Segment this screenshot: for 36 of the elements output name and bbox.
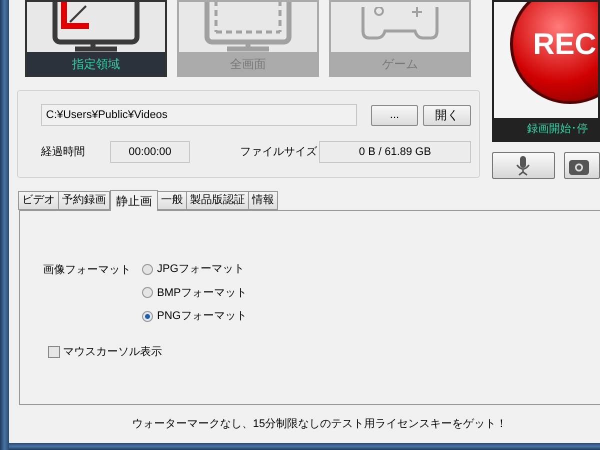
record-button[interactable]: REC xyxy=(510,2,598,104)
browse-button[interactable]: ... xyxy=(371,104,418,126)
camera-button[interactable] xyxy=(564,152,600,179)
radio-label: PNGフォーマット xyxy=(157,309,247,324)
radio-label: JPGフォーマット xyxy=(157,262,244,277)
elapsed-time-value: 00:00:00 xyxy=(110,141,190,163)
license-promo-text[interactable]: ウォーターマークなし、15分制限なしのテスト用ライセンスキーをゲット！ xyxy=(132,416,508,432)
tab[interactable]: 一般 xyxy=(157,191,187,210)
format-radio[interactable]: PNGフォーマット xyxy=(142,308,247,324)
capture-mode-button[interactable]: 指定領域 xyxy=(25,0,167,77)
record-caption: 録画開始･停 xyxy=(526,122,589,137)
tab[interactable]: ビデオ xyxy=(18,191,59,210)
file-size-label: ファイルサイズ xyxy=(240,144,318,160)
monitor-icon xyxy=(204,2,292,52)
format-radio[interactable]: BMPフォーマット xyxy=(142,284,247,301)
file-size-value: 0 B / 61.89 GB xyxy=(319,141,471,163)
radio-button[interactable] xyxy=(142,287,153,298)
radio-button[interactable] xyxy=(142,310,153,322)
microphone-button[interactable] xyxy=(492,152,555,179)
format-radio[interactable]: JPGフォーマット xyxy=(142,261,247,278)
mouse-cursor-checkbox[interactable]: マウスカーソル表示 xyxy=(48,344,600,360)
image-format-label: 画像フォーマット xyxy=(43,263,132,278)
tab[interactable]: 製品版認証 xyxy=(186,191,249,210)
tab[interactable]: 予約録画 xyxy=(58,191,110,210)
open-button[interactable]: 開く xyxy=(423,104,471,126)
tab[interactable]: 情報 xyxy=(248,191,278,210)
folder-path-field[interactable]: C:¥Users¥Public¥Videos xyxy=(41,104,357,126)
radio-button[interactable] xyxy=(142,264,153,275)
elapsed-time-label: 経過時間 xyxy=(41,144,86,160)
tab[interactable]: 静止画 xyxy=(110,190,158,211)
checkbox-label: マウスカーソル表示 xyxy=(63,344,162,360)
checkbox[interactable] xyxy=(48,346,60,358)
radio-label: BMPフォーマット xyxy=(157,286,247,300)
microphone-icon xyxy=(516,156,530,176)
gamepad-icon xyxy=(361,7,439,40)
monitor-icon xyxy=(52,2,140,52)
